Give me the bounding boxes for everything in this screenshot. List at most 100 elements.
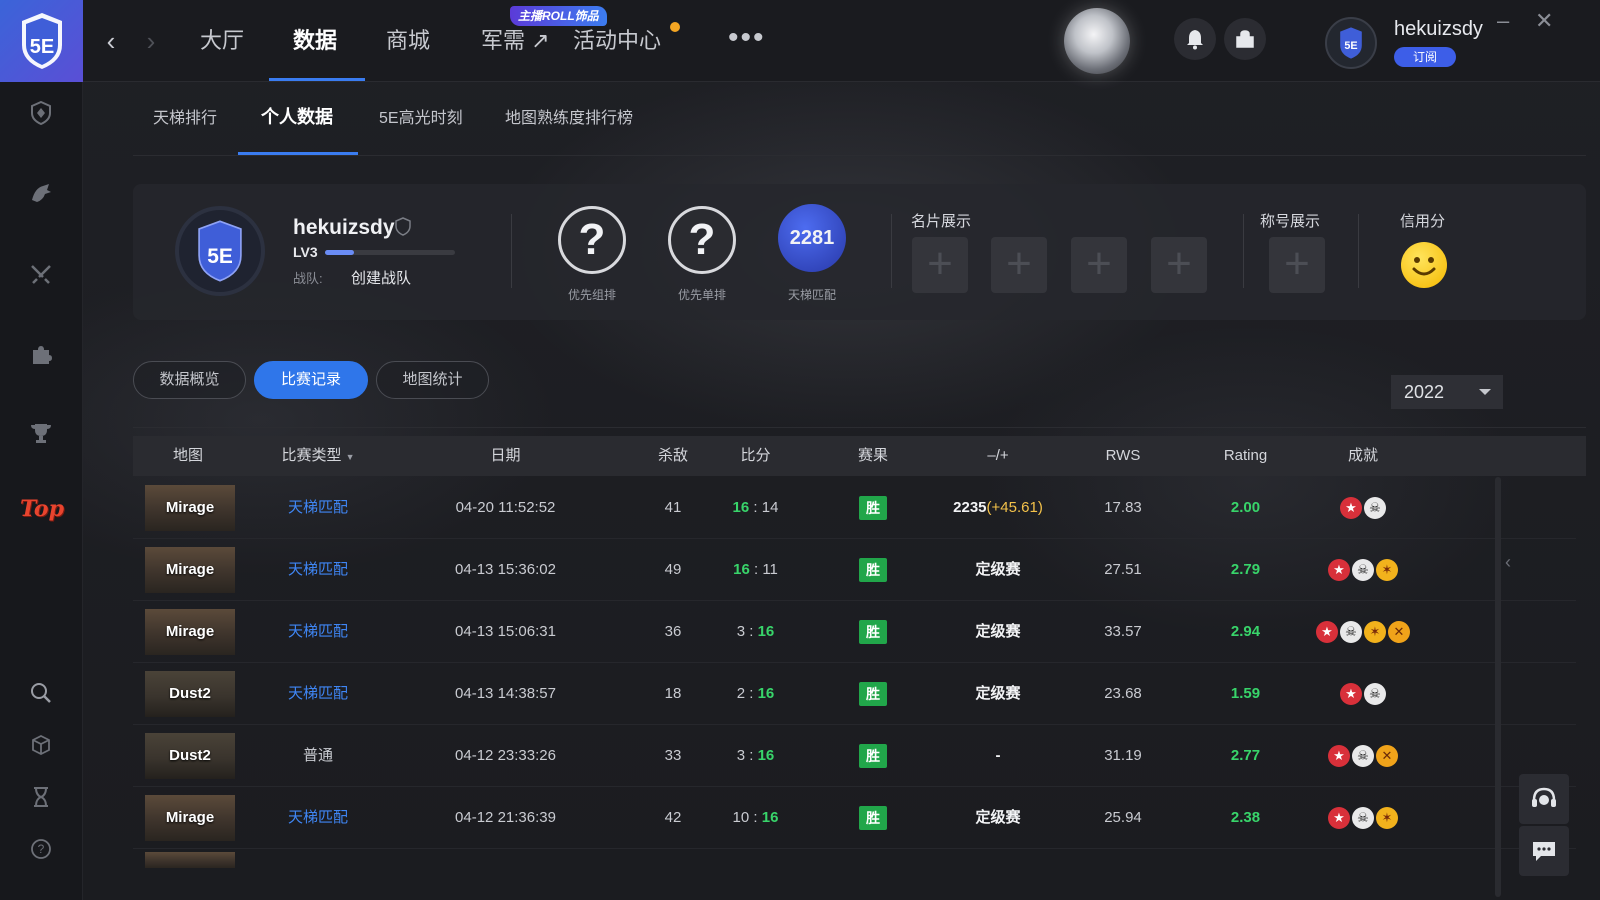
pill-match-records[interactable]: 比赛记录 [254, 361, 368, 399]
customer-service-icon[interactable] [1519, 774, 1569, 824]
user-avatar[interactable]: 5E [1325, 17, 1377, 69]
subscribe-badge[interactable]: 订阅 [1394, 47, 1456, 67]
subtab-map-mastery[interactable]: 地图熟练度排行榜 [505, 108, 633, 130]
achievement-skull-icon[interactable]: ☠ [1340, 621, 1362, 644]
achievement-star-icon[interactable]: ★ [1340, 497, 1362, 520]
achievement-claw-icon[interactable]: ✕ [1388, 621, 1410, 644]
shield-icon[interactable] [24, 96, 58, 130]
achievement-skull-icon[interactable]: ☠ [1352, 807, 1374, 830]
rating: 2.38 [1230, 809, 1261, 826]
achievement-skull-icon[interactable]: ☠ [1364, 497, 1386, 520]
rws: 31.19 [1104, 747, 1142, 764]
card-slot-add-button[interactable]: + [1151, 237, 1207, 293]
rank-solo-badge[interactable]: ? [668, 206, 736, 274]
rws: 23.68 [1104, 685, 1142, 702]
top-icon[interactable]: Top [18, 496, 66, 522]
card-slot-add-button[interactable]: + [991, 237, 1047, 293]
main-content: 天梯排行 个人数据 5E高光时刻 地图熟练度排行榜 5E hekuizsdy L… [83, 82, 1600, 900]
achievement-skull-icon[interactable]: ☠ [1352, 559, 1374, 582]
dragon-icon[interactable] [24, 176, 58, 210]
achievement-skull-icon[interactable]: ☠ [1352, 745, 1374, 768]
rank-duo-badge[interactable]: ? [558, 206, 626, 274]
col-header-type[interactable]: 比赛类型 ▼ [273, 436, 363, 476]
card-slot-add-button[interactable]: + [912, 237, 968, 293]
svg-text:?: ? [38, 842, 45, 856]
achievement-star-icon[interactable]: ★ [1340, 683, 1362, 706]
match-type[interactable]: 天梯匹配 [273, 601, 363, 663]
match-type[interactable]: 天梯匹配 [273, 477, 363, 539]
achievement-fire-icon[interactable]: ✶ [1376, 807, 1398, 830]
subtab-divider [133, 155, 1586, 156]
forward-icon[interactable]: › [137, 26, 165, 56]
subtab-highlights[interactable]: 5E高光时刻 [379, 108, 463, 130]
achievement-fire-icon[interactable]: ✶ [1364, 621, 1386, 644]
achievement-skull-icon[interactable]: ☠ [1364, 683, 1386, 706]
profile-avatar[interactable]: 5E [175, 206, 265, 296]
scrollbar[interactable] [1495, 477, 1501, 897]
match-type[interactable]: 天梯匹配 [273, 539, 363, 601]
promo-badge[interactable]: 主播ROLL饰品 [510, 6, 607, 26]
hourglass-icon[interactable] [24, 780, 58, 814]
nav-item-lobby[interactable]: 大厅 [200, 24, 244, 58]
table-row[interactable]: Mirage 天梯匹配 04-13 15:06:31 36 3 : 16 胜 定级赛 33.5… [133, 601, 1576, 663]
table-row[interactable]: Mirage 天梯匹配 04-13 15:36:02 49 16 : 11 胜 定级赛 27.… [133, 539, 1576, 601]
minimize-button[interactable]: – [1497, 8, 1509, 34]
bell-icon[interactable] [1174, 18, 1216, 60]
table-row[interactable]: Dust2 普通 04-12 23:33:26 33 3 : 16 胜 -31.19 2.77… [133, 725, 1576, 787]
create-team-link[interactable]: 创建战队 [351, 267, 411, 288]
trophy-icon[interactable] [24, 416, 58, 450]
score-team-b: 16 [757, 623, 775, 640]
match-type[interactable]: 天梯匹配 [273, 787, 363, 849]
subtab-ladder-rank[interactable]: 天梯排行 [153, 108, 217, 130]
ladder-score-badge[interactable]: 2281 [778, 204, 846, 272]
app-logo[interactable]: 5E [0, 0, 83, 82]
score-separator: : [745, 623, 758, 640]
elo-change: - [918, 725, 1078, 787]
top-username[interactable]: hekuizsdy [1394, 18, 1483, 41]
back-icon[interactable]: ‹ [97, 26, 125, 56]
search-icon[interactable] [24, 676, 58, 710]
pill-data-overview[interactable]: 数据概览 [133, 361, 246, 399]
puzzle-icon[interactable] [24, 338, 58, 372]
achievement-star-icon[interactable]: ★ [1328, 745, 1350, 768]
year-select[interactable]: 2022 [1391, 375, 1503, 409]
chevron-left-icon[interactable]: ‹ [1505, 552, 1511, 573]
score-team-a: 3 [736, 623, 746, 640]
match-type: 普通 [302, 747, 333, 764]
match-type[interactable]: 天梯匹配 [273, 663, 363, 725]
close-button[interactable]: ✕ [1535, 8, 1553, 34]
more-icon[interactable]: ••• [728, 23, 766, 53]
bag-icon[interactable] [1224, 18, 1266, 60]
crossed-swords-icon[interactable] [24, 258, 58, 292]
rank-solo-label: 优先单排 [677, 288, 726, 302]
achievement-star-icon[interactable]: ★ [1316, 621, 1338, 644]
card-display-title: 名片展示 [911, 213, 972, 230]
nav-item-events[interactable]: 活动中心 [573, 24, 661, 58]
chat-icon[interactable] [1519, 826, 1569, 876]
title-slot-add-button[interactable]: + [1269, 237, 1325, 293]
achievement-star-icon[interactable]: ★ [1328, 559, 1350, 582]
card-divider [511, 214, 512, 288]
achievement-star-icon[interactable]: ★ [1328, 807, 1350, 830]
sort-caret-icon: ▼ [345, 452, 355, 462]
pill-map-stats[interactable]: 地图统计 [376, 361, 489, 399]
card-slot-add-button[interactable]: + [1071, 237, 1127, 293]
achievement-claw-icon[interactable]: ✕ [1376, 745, 1398, 768]
kills: 41 [664, 499, 682, 516]
smiley-face-icon[interactable] [1401, 242, 1447, 288]
nav-item-supplies[interactable]: 军需 ↗ [481, 24, 550, 58]
score: 16 : 14 [723, 477, 788, 539]
table-row[interactable]: Mirage 天梯匹配 04-12 21:36:39 42 10 : 16 胜 定级赛 25.… [133, 787, 1576, 849]
achievement-fire-icon[interactable]: ✶ [1376, 559, 1398, 582]
cube-icon[interactable] [24, 728, 58, 762]
help-icon[interactable]: ? [24, 832, 58, 866]
table-row[interactable]: Dust2 天梯匹配 04-13 14:38:57 18 2 : 16 胜 定级赛 23.68… [133, 663, 1576, 725]
table-row[interactable]: Mirage 天梯匹配 04-20 11:52:52 41 16 : 14 胜 2235(+… [133, 477, 1576, 539]
nav-item-data[interactable]: 数据 [293, 24, 337, 58]
nav-item-store[interactable]: 商城 [386, 24, 430, 58]
subtab-personal-data[interactable]: 个人数据 [261, 106, 333, 128]
result-cell: 胜 [843, 787, 903, 849]
globe-icon[interactable] [1064, 8, 1130, 74]
table-row-partial[interactable] [133, 848, 1576, 888]
score-separator: : [749, 561, 763, 578]
